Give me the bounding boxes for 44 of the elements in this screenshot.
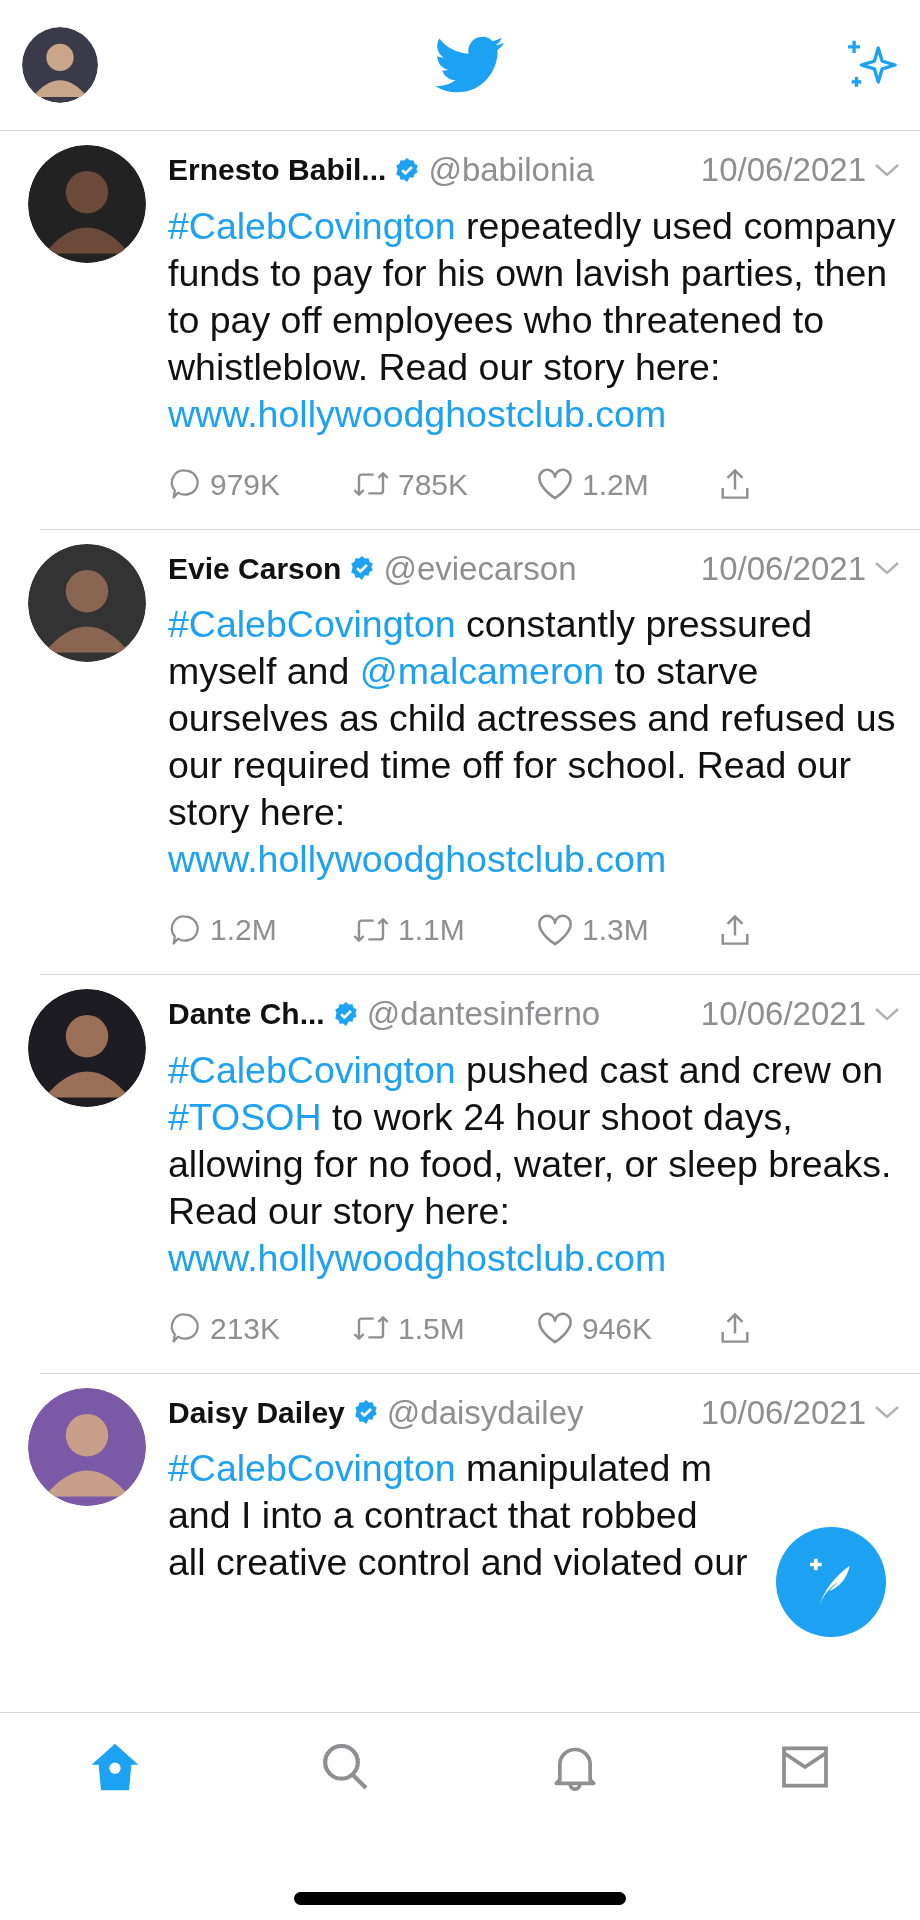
author-handle: @daisydailey xyxy=(386,1392,584,1433)
reply-count: 979K xyxy=(210,466,281,503)
chevron-down-icon[interactable] xyxy=(874,1005,900,1022)
heart-icon[interactable] xyxy=(536,1311,574,1345)
reply-icon[interactable] xyxy=(168,467,202,501)
tweet-text: #CalebCovington repeatedly used company funds to pay for his own lavish parties, then to pay off employees who threatened to whistleblow. Read our story here: xyxy=(168,203,897,390)
tweet-text: #CalebCovington constantly pressured myself and @malcameron to starve ourselves as child actresses and refused us our required time off for school. Read our story here: xyxy=(168,602,897,835)
reply-icon[interactable] xyxy=(168,912,202,947)
tweet-text: and I into a contract that robbed xyxy=(168,1493,698,1538)
like-count: 946K xyxy=(582,1310,653,1347)
heart-icon[interactable] xyxy=(536,467,574,501)
retweet-count: 1.5M xyxy=(398,1310,465,1347)
like-count: 1.2M xyxy=(582,466,649,503)
tweet-date: 10/06/2021 xyxy=(700,150,866,190)
link[interactable]: www.hollywoodghostclub.com xyxy=(168,838,667,880)
author-name: Dante Ch... xyxy=(168,996,325,1033)
tweet-date: 10/06/2021 xyxy=(700,994,866,1034)
chevron-down-icon[interactable] xyxy=(874,1404,900,1421)
reply-icon[interactable] xyxy=(168,1311,202,1345)
retweet-count: 1.1M xyxy=(398,912,465,948)
retweet-count: 785K xyxy=(398,466,469,503)
reply-count: 213K xyxy=(210,1310,281,1347)
tweet-text: #CalebCovington manipulated m xyxy=(168,1446,713,1491)
like-count: 1.3M xyxy=(582,912,649,948)
tweet-date: 10/06/2021 xyxy=(700,548,866,589)
author-handle: @babilonia xyxy=(428,150,594,190)
author-name: Ernesto Babil... xyxy=(168,152,387,189)
heart-icon[interactable] xyxy=(536,912,574,947)
link[interactable]: www.hollywoodghostclub.com xyxy=(168,1236,667,1279)
bird-logo xyxy=(435,36,505,94)
author-handle: @eviecarson xyxy=(383,548,577,589)
author-name: Daisy Dailey xyxy=(168,1394,345,1431)
author-name: Evie Carson xyxy=(168,550,342,587)
author-handle: @dantesinferno xyxy=(366,994,601,1034)
share-icon[interactable] xyxy=(720,467,750,501)
chevron-down-icon[interactable] xyxy=(874,560,900,577)
tweet-date: 10/06/2021 xyxy=(700,1392,866,1433)
tweet-text: all creative control and violated our xyxy=(168,1540,748,1585)
chevron-down-icon[interactable] xyxy=(874,161,900,178)
link[interactable]: www.hollywoodghostclub.com xyxy=(168,392,667,435)
share-icon[interactable] xyxy=(720,1311,750,1345)
reply-count: 1.2M xyxy=(210,912,277,948)
tweet-text: #CalebCovington pushed cast and crew on #TOSOH to work 24 hour shoot days, allowing for no food, water, or sleep breaks. Read our story here: xyxy=(168,1047,893,1234)
share-icon[interactable] xyxy=(720,912,750,947)
